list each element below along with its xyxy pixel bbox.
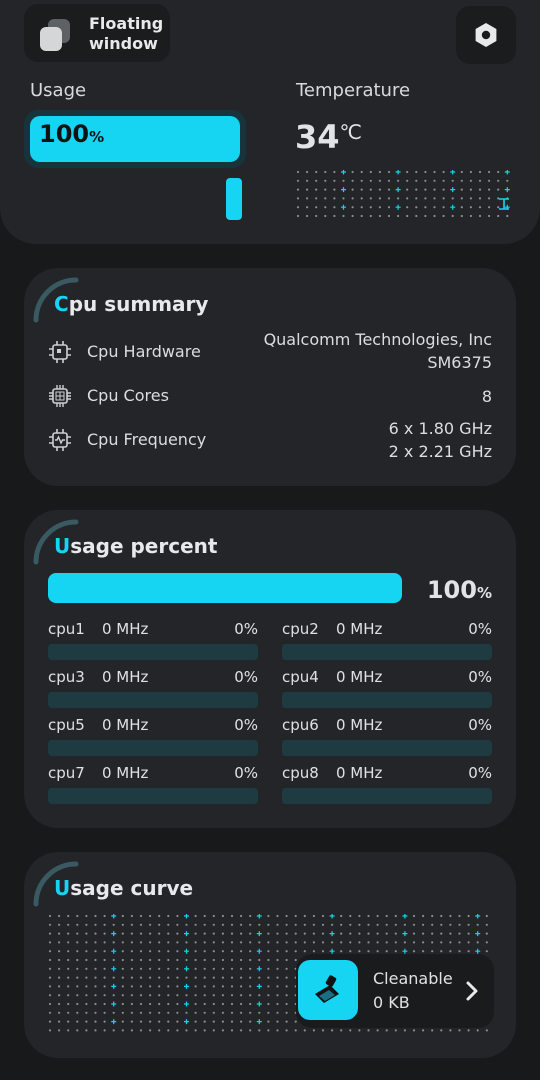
core-name: cpu1: [48, 620, 85, 638]
core-name: cpu5: [48, 716, 85, 734]
top-panel: Floating window Usage Temperature 100% 3…: [0, 0, 540, 244]
core-usage-bar: [48, 692, 258, 708]
core-usage-bar: [282, 692, 492, 708]
cpu-core-item: cpu1 0 MHz 0%: [48, 620, 258, 660]
cpu-frequency-value: 6 x 1.80 GHz 2 x 2.21 GHz: [388, 419, 492, 461]
core-percent: 0%: [234, 620, 258, 638]
cpu-frequency-label: Cpu Frequency: [87, 430, 207, 449]
core-usage-bar: [48, 740, 258, 756]
core-percent: 0%: [468, 620, 492, 638]
core-frequency: 0 MHz: [102, 716, 149, 734]
core-percent: 0%: [234, 716, 258, 734]
core-percent: 0%: [468, 668, 492, 686]
cores-icon: [49, 385, 71, 407]
cpu-core-item: cpu4 0 MHz 0%: [282, 668, 492, 708]
cpu-core-item: cpu7 0 MHz 0%: [48, 764, 258, 804]
cpu-core-item: cpu5 0 MHz 0%: [48, 716, 258, 756]
cpu-cores-value: 8: [481, 387, 492, 406]
cpu-summary-card: Cpu summary Cpu Hardware Qualcomm Techno…: [24, 268, 516, 486]
usage-bar: 100%: [24, 110, 246, 168]
broom-icon: [298, 960, 358, 1020]
cpu-hardware-row: Cpu Hardware Qualcomm Technologies, Inc …: [48, 330, 492, 386]
core-frequency: 0 MHz: [336, 620, 383, 638]
core-name: cpu7: [48, 764, 85, 782]
core-frequency: 0 MHz: [336, 764, 383, 782]
total-usage-value: 100%: [426, 576, 492, 604]
core-usage-bar: [282, 644, 492, 660]
cpu-cores-row: Cpu Cores 8: [48, 384, 492, 410]
core-usage-bar: [48, 788, 258, 804]
usage-percent-title: Usage percent: [54, 534, 218, 558]
cpu-core-item: cpu2 0 MHz 0%: [282, 620, 492, 660]
temperature-graph: [296, 170, 510, 218]
cpu-frequency-row: Cpu Frequency 6 x 1.80 GHz 2 x 2.21 GHz: [48, 419, 492, 474]
cpu-core-item: cpu6 0 MHz 0%: [282, 716, 492, 756]
settings-button[interactable]: [456, 6, 516, 64]
temperature-title: Temperature: [296, 80, 411, 101]
floating-window-icon: [38, 19, 72, 53]
cpu-core-item: cpu3 0 MHz 0%: [48, 668, 258, 708]
core-name: cpu4: [282, 668, 319, 686]
cleanable-size: 0 KB: [373, 993, 410, 1012]
cpu-summary-title: Cpu summary: [54, 292, 209, 316]
floating-window-button[interactable]: Floating window: [24, 4, 170, 62]
usage-percent-card: Usage percent 100% cpu1 0 MHz 0% cpu2 0 MHz 0…: [24, 510, 516, 828]
core-percent: 0%: [468, 716, 492, 734]
core-frequency: 0 MHz: [102, 620, 149, 638]
core-frequency: 0 MHz: [102, 668, 149, 686]
cpu-hardware-value: Qualcomm Technologies, Inc SM6375: [263, 330, 492, 372]
cleanable-label: Cleanable: [373, 969, 453, 988]
chip-icon: [49, 341, 71, 363]
cpu-cores-label: Cpu Cores: [87, 386, 169, 405]
usage-title: Usage: [30, 80, 87, 101]
core-frequency: 0 MHz: [102, 764, 149, 782]
core-name: cpu8: [282, 764, 319, 782]
core-usage-bar: [48, 644, 258, 660]
core-name: cpu6: [282, 716, 319, 734]
cpu-core-item: cpu8 0 MHz 0%: [282, 764, 492, 804]
core-percent: 0%: [468, 764, 492, 782]
usage-value: 100%: [39, 120, 105, 148]
usage-curve-title: Usage curve: [54, 876, 194, 900]
core-percent: 0%: [234, 668, 258, 686]
frequency-icon: [49, 429, 71, 451]
core-name: cpu2: [282, 620, 319, 638]
usage-curve-card: Usage curve Cleanable 0 KB: [24, 852, 516, 1058]
cleanable-button[interactable]: Cleanable 0 KB: [296, 954, 494, 1028]
temperature-value: 34℃: [295, 118, 362, 156]
cpu-hardware-label: Cpu Hardware: [87, 342, 201, 361]
usage-history-bar: [226, 178, 242, 220]
core-usage-bar: [282, 788, 492, 804]
floating-window-label: Floating window: [89, 14, 164, 53]
core-percent: 0%: [234, 764, 258, 782]
settings-icon: [475, 23, 497, 47]
total-usage-bar: [48, 573, 402, 603]
core-usage-bar: [282, 740, 492, 756]
core-name: cpu3: [48, 668, 85, 686]
core-frequency: 0 MHz: [336, 668, 383, 686]
core-frequency: 0 MHz: [336, 716, 383, 734]
chevron-right-icon: [466, 981, 478, 1001]
